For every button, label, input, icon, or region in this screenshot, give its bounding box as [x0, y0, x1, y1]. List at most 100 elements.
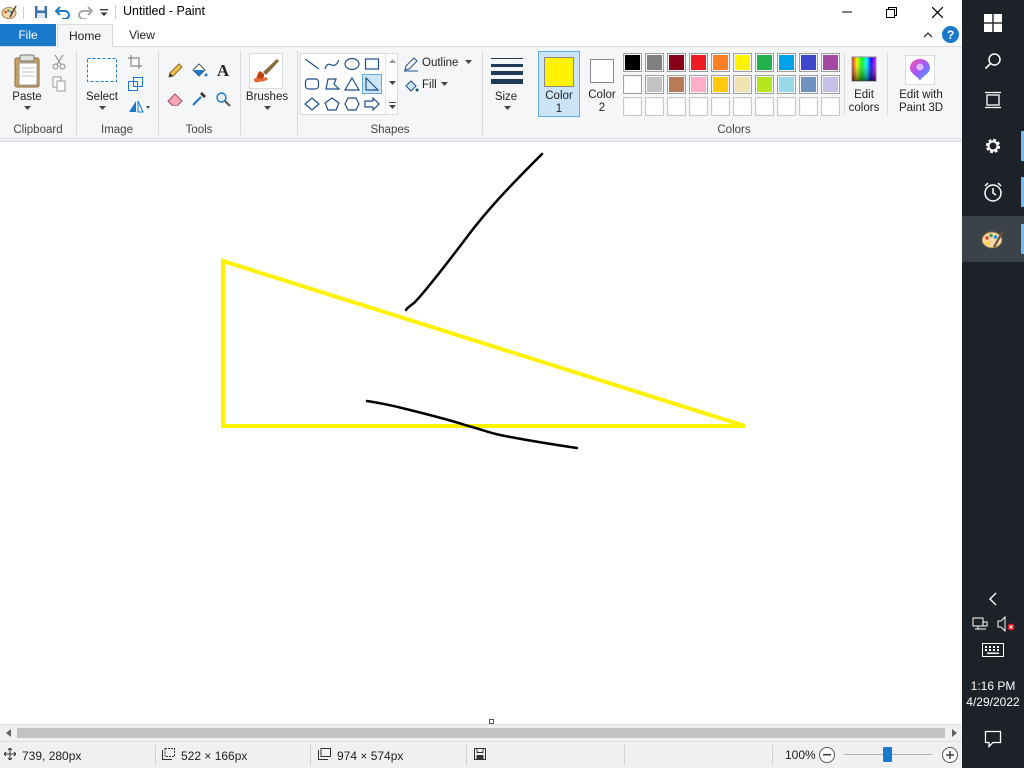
right-triangle-shape-icon[interactable]: [362, 74, 382, 94]
scroll-left-icon[interactable]: [2, 728, 14, 738]
shapes-scroll-up-icon[interactable]: [388, 57, 397, 65]
palette-swatch[interactable]: [667, 53, 686, 72]
palette-swatch[interactable]: [711, 75, 730, 94]
color2-button[interactable]: Color 2: [582, 51, 624, 117]
paste-dropdown-icon[interactable]: [22, 104, 32, 112]
color-picker-icon[interactable]: [189, 89, 209, 109]
shapes-scroll-down-icon[interactable]: [388, 79, 397, 87]
fill-dropdown-icon[interactable]: [440, 81, 448, 87]
palette-swatch[interactable]: [799, 97, 818, 116]
tab-home[interactable]: Home: [57, 24, 113, 47]
resize-icon[interactable]: [126, 75, 144, 93]
palette-swatch[interactable]: [821, 53, 840, 72]
palette-swatch[interactable]: [645, 97, 664, 116]
palette-swatch[interactable]: [733, 97, 752, 116]
edit-colors-button[interactable]: Edit colors: [846, 51, 882, 117]
pentagon-shape-icon[interactable]: [322, 94, 342, 114]
size-dropdown-icon[interactable]: [502, 104, 512, 112]
size-label[interactable]: Size: [483, 91, 529, 104]
fill-bucket-icon[interactable]: [189, 61, 209, 81]
redo-icon[interactable]: [76, 3, 94, 21]
scroll-right-icon[interactable]: [948, 728, 960, 738]
palette-swatch[interactable]: [821, 75, 840, 94]
zoom-slider-thumb[interactable]: [883, 747, 892, 762]
paint-taskbar-button[interactable]: [962, 216, 1024, 262]
brushes-icon[interactable]: [249, 53, 283, 89]
outline-label[interactable]: Outline: [422, 57, 458, 70]
select-label[interactable]: Select: [79, 91, 125, 104]
eraser-icon[interactable]: [165, 89, 185, 109]
curve-shape-icon[interactable]: [322, 54, 342, 74]
palette-swatch[interactable]: [689, 97, 708, 116]
brushes-label[interactable]: Brushes: [241, 91, 293, 104]
palette-swatch[interactable]: [645, 53, 664, 72]
horizontal-scrollbar[interactable]: [0, 724, 962, 741]
action-center-button[interactable]: [962, 716, 1024, 762]
settings-taskbar-button[interactable]: [962, 123, 1024, 169]
palette-swatch[interactable]: [799, 53, 818, 72]
pencil-icon[interactable]: [165, 61, 185, 81]
palette-swatch[interactable]: [777, 75, 796, 94]
select-dropdown-icon[interactable]: [97, 104, 107, 112]
copy-icon[interactable]: [50, 75, 68, 93]
paint-app-icon[interactable]: [0, 3, 18, 21]
horizontal-scroll-thumb[interactable]: [17, 728, 945, 738]
undo-icon[interactable]: [54, 3, 72, 21]
outline-dropdown-icon[interactable]: [464, 59, 472, 65]
palette-swatch[interactable]: [623, 53, 642, 72]
oval-shape-icon[interactable]: [342, 54, 362, 74]
minimize-button[interactable]: [824, 0, 870, 24]
help-icon[interactable]: ?: [942, 26, 959, 43]
paste-label[interactable]: Paste: [4, 91, 50, 104]
palette-swatch[interactable]: [777, 97, 796, 116]
text-icon[interactable]: A: [213, 61, 233, 81]
touch-keyboard-button[interactable]: [962, 628, 1024, 672]
palette-swatch[interactable]: [799, 75, 818, 94]
palette-swatch[interactable]: [689, 75, 708, 94]
clock[interactable]: 1:16 PM 4/29/2022: [962, 678, 1024, 710]
task-view-button[interactable]: [962, 77, 1024, 123]
line-shape-icon[interactable]: [302, 54, 322, 74]
palette-swatch[interactable]: [689, 53, 708, 72]
select-icon[interactable]: [85, 55, 119, 85]
palette-swatch[interactable]: [733, 53, 752, 72]
tab-file[interactable]: File: [0, 24, 56, 46]
palette-swatch[interactable]: [821, 97, 840, 116]
fill-icon[interactable]: [402, 77, 420, 95]
drawing-canvas[interactable]: [0, 140, 962, 726]
color1-button[interactable]: Color 1: [538, 51, 580, 117]
right-arrow-shape-icon[interactable]: [362, 94, 382, 114]
outline-icon[interactable]: [402, 55, 420, 73]
shapes-more-icon[interactable]: [388, 100, 397, 110]
restore-button[interactable]: [868, 0, 914, 24]
palette-swatch[interactable]: [667, 75, 686, 94]
palette-swatch[interactable]: [711, 53, 730, 72]
palette-swatch[interactable]: [755, 53, 774, 72]
tab-view[interactable]: View: [114, 24, 170, 46]
fill-label[interactable]: Fill: [422, 79, 437, 92]
collapse-ribbon-icon[interactable]: [920, 27, 936, 43]
palette-swatch[interactable]: [733, 75, 752, 94]
rotate-icon[interactable]: [126, 97, 152, 115]
size-icon[interactable]: [489, 55, 525, 85]
rectangle-shape-icon[interactable]: [362, 54, 382, 74]
close-button[interactable]: [914, 0, 960, 24]
palette-swatch[interactable]: [777, 53, 796, 72]
alarms-clock-button[interactable]: [962, 169, 1024, 215]
rounded-rectangle-shape-icon[interactable]: [302, 74, 322, 94]
edit-with-paint3d-button[interactable]: Edit with Paint 3D: [892, 51, 950, 117]
save-icon[interactable]: [32, 3, 50, 21]
palette-swatch[interactable]: [755, 97, 774, 116]
palette-swatch[interactable]: [645, 75, 664, 94]
palette-swatch[interactable]: [623, 97, 642, 116]
customize-qa-icon[interactable]: [95, 3, 113, 21]
polygon-shape-icon[interactable]: [322, 74, 342, 94]
brushes-dropdown-icon[interactable]: [262, 104, 272, 112]
diamond-shape-icon[interactable]: [302, 94, 322, 114]
hexagon-shape-icon[interactable]: [342, 94, 362, 114]
paste-icon[interactable]: [10, 53, 44, 89]
zoom-in-icon[interactable]: [942, 747, 958, 763]
cut-icon[interactable]: [50, 53, 68, 71]
triangle-shape-icon[interactable]: [342, 74, 362, 94]
palette-swatch[interactable]: [667, 97, 686, 116]
